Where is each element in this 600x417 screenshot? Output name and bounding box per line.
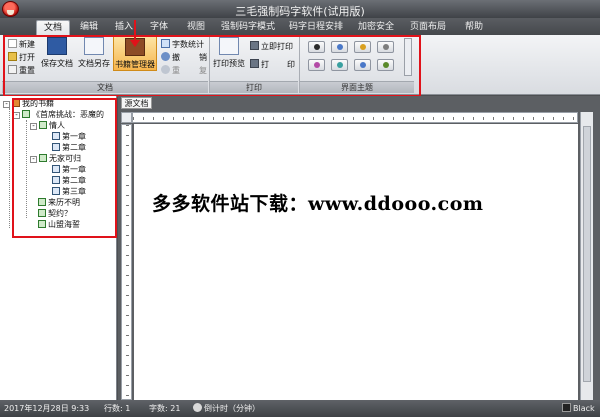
menu-bar: 文档 编辑 插入 字体 视图 强制码字模式 码字日程安排 加密安全 页面布局 帮… bbox=[0, 18, 600, 35]
tab-help[interactable]: 帮助 bbox=[460, 20, 488, 35]
document-text[interactable]: 多多软件站下载：www.ddooo.com bbox=[152, 189, 484, 216]
tab-source-document[interactable]: 源文档 bbox=[121, 97, 152, 109]
tab-document[interactable]: 文档 bbox=[36, 20, 70, 35]
status-bar: 2017年12月28日 9:33 行数: 1 字数: 21 倒计时（分钟） Bl… bbox=[0, 400, 600, 417]
scrollbar-thumb[interactable] bbox=[583, 126, 591, 382]
status-lines: 行数: 1 bbox=[104, 404, 131, 413]
clock-icon bbox=[193, 403, 202, 412]
tab-writing-schedule[interactable]: 码字日程安排 bbox=[286, 20, 346, 35]
annotation-box-tree bbox=[12, 98, 117, 238]
vertical-scrollbar[interactable] bbox=[580, 112, 593, 400]
status-date: 2017年12月28日 9:33 bbox=[4, 404, 90, 413]
annotation-box-ribbon bbox=[3, 35, 421, 97]
annotation-arrow-head bbox=[130, 40, 140, 47]
tab-encryption[interactable]: 加密安全 bbox=[356, 20, 396, 35]
collapse-icon: - bbox=[3, 101, 10, 108]
tab-forced-writing-mode[interactable]: 强制码字模式 bbox=[218, 20, 278, 35]
status-chars: 字数: 21 bbox=[149, 404, 181, 413]
document-page[interactable] bbox=[134, 124, 578, 400]
theme-icon bbox=[562, 403, 571, 412]
horizontal-ruler[interactable] bbox=[132, 112, 578, 123]
theme-indicator[interactable]: Black bbox=[562, 403, 595, 413]
tab-font[interactable]: 字体 bbox=[145, 20, 173, 35]
tab-view[interactable]: 视图 bbox=[182, 20, 210, 35]
tab-page-layout[interactable]: 页面布局 bbox=[408, 20, 448, 35]
title-bar: 三毛强制码字软件(试用版) bbox=[0, 0, 600, 18]
countdown-label[interactable]: 倒计时（分钟） bbox=[193, 403, 260, 414]
vertical-ruler[interactable] bbox=[121, 124, 132, 400]
app-title: 三毛强制码字软件(试用版) bbox=[235, 5, 365, 18]
tab-edit[interactable]: 编辑 bbox=[74, 20, 104, 35]
ruler-corner bbox=[121, 112, 132, 123]
